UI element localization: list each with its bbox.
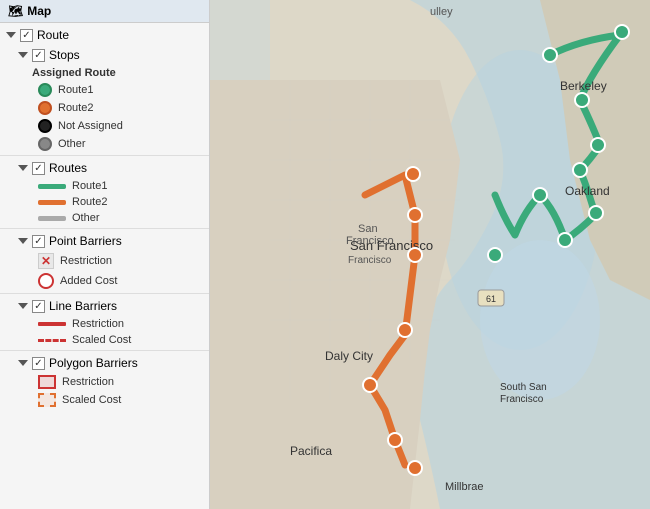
divider-3 xyxy=(0,293,209,294)
route-label: Route xyxy=(37,28,69,42)
route2-line-item: Route2 xyxy=(0,194,209,210)
not-assigned-label: Not Assigned xyxy=(58,120,123,132)
legend-title: 🗺 Map xyxy=(0,0,209,23)
point-barriers-expand-icon xyxy=(18,238,28,244)
stops-header[interactable]: ✓ Stops xyxy=(0,45,209,65)
routes-header[interactable]: ✓ Routes xyxy=(0,158,209,178)
routes-expand-icon xyxy=(18,165,28,171)
stops-checkbox[interactable]: ✓ xyxy=(32,49,45,62)
polygon-barriers-checkbox[interactable]: ✓ xyxy=(32,357,45,370)
routes-subgroup: ✓ Routes Route1 Route2 Other xyxy=(0,158,209,226)
polygon-barriers-label: Polygon Barriers xyxy=(49,356,138,370)
other-line-label: Other xyxy=(72,212,100,224)
stops-subgroup: ✓ Stops Assigned Route Route1 Route2 Not… xyxy=(0,45,209,153)
route-group: ✓ Route ✓ Stops Assigned Route Route1 Ro… xyxy=(0,23,209,411)
added-cost-icon xyxy=(38,273,54,289)
route1-stop-item: Route1 xyxy=(0,81,209,99)
other-line-icon xyxy=(38,216,66,221)
divider-4 xyxy=(0,350,209,351)
route2-line-icon xyxy=(38,200,66,205)
route-header[interactable]: ✓ Route xyxy=(0,25,209,45)
poly-scaled-icon xyxy=(38,393,56,407)
poly-scaled-item: Scaled Cost xyxy=(0,391,209,409)
line-scaled-item: Scaled Cost xyxy=(0,332,209,348)
routes-checkbox[interactable]: ✓ xyxy=(32,162,45,175)
line-scaled-icon xyxy=(38,339,66,342)
point-barriers-checkbox[interactable]: ✓ xyxy=(32,235,45,248)
route1-stop-label: Route1 xyxy=(58,84,93,96)
point-barriers-header[interactable]: ✓ Point Barriers xyxy=(0,231,209,251)
poly-restriction-label: Restriction xyxy=(62,376,114,388)
line-barriers-subgroup: ✓ Line Barriers Restriction Scaled Cost xyxy=(0,296,209,348)
route1-line-icon xyxy=(38,184,66,189)
svg-text:South San: South San xyxy=(500,382,547,393)
assigned-route-label: Assigned Route xyxy=(0,65,209,81)
legend-panel: 🗺 Map ✓ Route ✓ Stops Assigned Route Rou… xyxy=(0,0,210,509)
route2-stop-item: Route2 xyxy=(0,99,209,117)
route-checkbox[interactable]: ✓ xyxy=(20,29,33,42)
added-cost-label: Added Cost xyxy=(60,275,117,287)
point-restriction-item: Restriction xyxy=(0,251,209,271)
restriction-x-icon xyxy=(38,253,54,269)
svg-text:San: San xyxy=(358,223,378,235)
svg-text:61: 61 xyxy=(486,294,496,304)
svg-text:Berkeley: Berkeley xyxy=(560,79,607,93)
line-barriers-checkbox[interactable]: ✓ xyxy=(32,300,45,313)
route2-stop-label: Route2 xyxy=(58,102,93,114)
routes-label: Routes xyxy=(49,161,87,175)
line-barriers-expand-icon xyxy=(18,303,28,309)
other-stop-item: Other xyxy=(0,135,209,153)
poly-restriction-item: Restriction xyxy=(0,373,209,391)
stops-label: Stops xyxy=(49,48,80,62)
line-scaled-label: Scaled Cost xyxy=(72,334,131,346)
divider-2 xyxy=(0,228,209,229)
not-assigned-item: Not Assigned xyxy=(0,117,209,135)
svg-text:ulley: ulley xyxy=(430,6,453,18)
route1-line-item: Route1 xyxy=(0,178,209,194)
polygon-barriers-header[interactable]: ✓ Polygon Barriers xyxy=(0,353,209,373)
line-restriction-label: Restriction xyxy=(72,318,124,330)
line-restriction-item: Restriction xyxy=(0,316,209,332)
point-barriers-label: Point Barriers xyxy=(49,234,122,248)
divider-1 xyxy=(0,155,209,156)
map-svg: 61 San Francisco Francisco Berkeley Oakl… xyxy=(210,0,650,509)
poly-restriction-icon xyxy=(38,375,56,389)
svg-text:Millbrae: Millbrae xyxy=(445,481,484,493)
svg-text:Daly City: Daly City xyxy=(325,349,373,363)
poly-scaled-label: Scaled Cost xyxy=(62,394,121,406)
line-restriction-icon xyxy=(38,322,66,326)
line-barriers-header[interactable]: ✓ Line Barriers xyxy=(0,296,209,316)
svg-text:Francisco: Francisco xyxy=(500,394,544,405)
svg-text:Francisco: Francisco xyxy=(348,255,392,266)
not-assigned-icon xyxy=(38,119,52,133)
route1-dot-icon xyxy=(38,83,52,97)
route1-line-label: Route1 xyxy=(72,180,107,192)
map-area[interactable]: 61 San Francisco Francisco Berkeley Oakl… xyxy=(210,0,650,509)
stops-expand-icon xyxy=(18,52,28,58)
route2-line-label: Route2 xyxy=(72,196,107,208)
route2-dot-icon xyxy=(38,101,52,115)
svg-text:Francisco: Francisco xyxy=(346,235,394,247)
other-stop-icon xyxy=(38,137,52,151)
svg-text:Oakland: Oakland xyxy=(565,184,610,198)
polygon-barriers-expand-icon xyxy=(18,360,28,366)
svg-text:Pacifica: Pacifica xyxy=(290,444,332,458)
route-expand-icon xyxy=(6,32,16,38)
line-barriers-label: Line Barriers xyxy=(49,299,117,313)
other-stop-label: Other xyxy=(58,138,86,150)
added-cost-item: Added Cost xyxy=(0,271,209,291)
point-barriers-subgroup: ✓ Point Barriers Restriction Added Cost xyxy=(0,231,209,291)
point-restriction-label: Restriction xyxy=(60,255,112,267)
polygon-barriers-subgroup: ✓ Polygon Barriers Restriction Scaled Co… xyxy=(0,353,209,409)
map-icon: 🗺 xyxy=(8,4,23,18)
other-line-item: Other xyxy=(0,210,209,226)
